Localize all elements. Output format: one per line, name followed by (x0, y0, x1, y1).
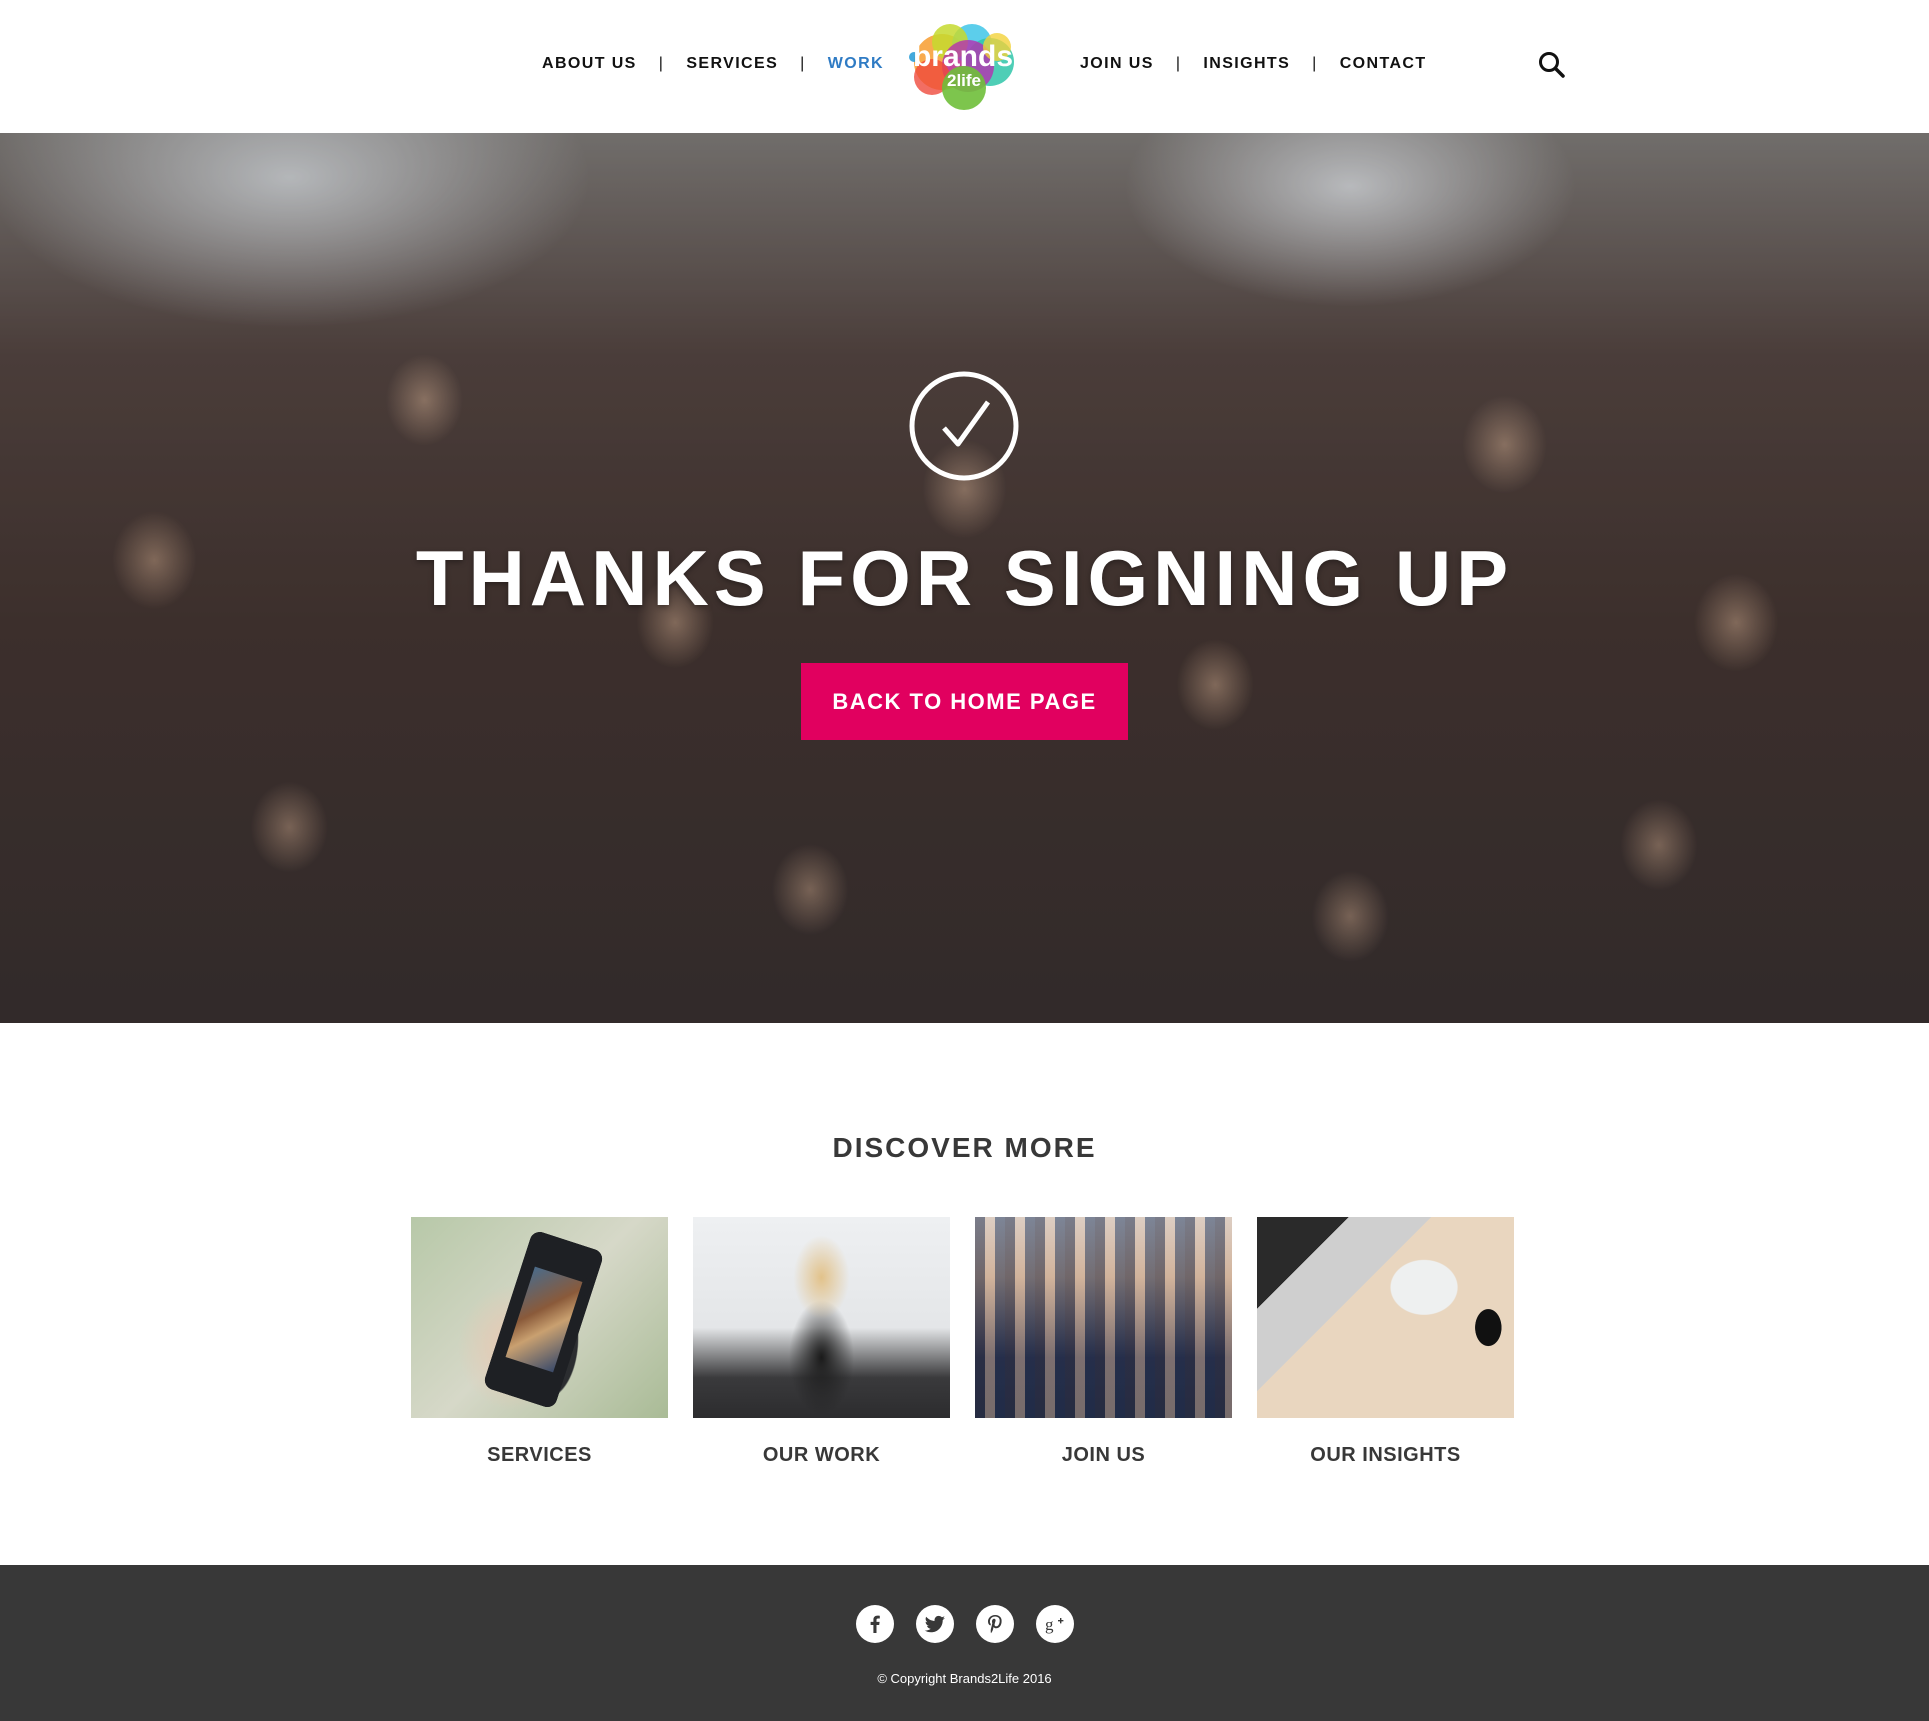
pinterest-link[interactable] (976, 1605, 1014, 1643)
brands2life-logo[interactable]: brands 2life (902, 22, 1024, 112)
google-plus-link[interactable]: g (1036, 1605, 1074, 1643)
nav-separator: | (800, 55, 806, 72)
nav-right: JOIN US | INSIGHTS | CONTACT (1080, 55, 1427, 73)
nav-item-contact[interactable]: CONTACT (1340, 55, 1427, 73)
discover-title: DISCOVER MORE (832, 1132, 1097, 1163)
nav-left: ABOUT US | SERVICES | WORK (542, 55, 884, 73)
logo-text: brands (913, 40, 1013, 73)
social-links: g (856, 1605, 1074, 1643)
twitter-link[interactable] (916, 1605, 954, 1643)
site-footer: g © Copyright Brands2Life 2016 (0, 1565, 1929, 1721)
page: ABOUT US | SERVICES | WORK brands 2life (0, 0, 1929, 1721)
twitter-icon (924, 1615, 945, 1633)
google-plus-icon: g (1045, 1615, 1064, 1634)
card-label: OUR WORK (762, 1444, 881, 1466)
our-insights-image (1257, 1217, 1514, 1418)
card-label: JOIN US (1061, 1444, 1146, 1466)
card-label: OUR INSIGHTS (1310, 1444, 1461, 1466)
nav-separator: | (1312, 55, 1318, 72)
card-our-work[interactable]: OUR WORK (693, 1217, 950, 1467)
our-work-image (693, 1217, 950, 1418)
back-to-home-button[interactable]: BACK TO HOME PAGE (801, 663, 1128, 740)
check-circle-icon (909, 371, 1019, 481)
join-us-image (975, 1217, 1232, 1418)
discover-more-section: DISCOVER MORE SERVICES OUR WORK JOIN US … (0, 1023, 1929, 1565)
site-header: ABOUT US | SERVICES | WORK brands 2life (0, 0, 1929, 133)
logo-subtext: 2life (947, 71, 981, 90)
nav-item-insights[interactable]: INSIGHTS (1203, 55, 1290, 73)
nav-item-work[interactable]: WORK (828, 55, 884, 73)
svg-text:g: g (1045, 1615, 1054, 1634)
pinterest-icon (988, 1615, 1002, 1634)
nav-separator: | (1175, 55, 1182, 72)
nav-separator: | (658, 55, 665, 72)
search-icon (1539, 52, 1565, 78)
nav-item-services[interactable]: SERVICES (686, 55, 778, 73)
card-label: SERVICES (487, 1444, 592, 1466)
discover-cards: SERVICES OUR WORK JOIN US OUR INSIGHTS (411, 1217, 1514, 1467)
nav-item-join-us[interactable]: JOIN US (1080, 55, 1154, 73)
nav-item-about-us[interactable]: ABOUT US (542, 55, 637, 73)
facebook-link[interactable] (856, 1605, 894, 1643)
services-image (411, 1217, 668, 1418)
copyright-text: © Copyright Brands2Life 2016 (877, 1671, 1052, 1686)
card-services[interactable]: SERVICES (411, 1217, 668, 1467)
hero-title: THANKS FOR SIGNING UP (415, 534, 1514, 622)
facebook-icon (870, 1615, 880, 1633)
search-button[interactable] (1537, 50, 1567, 80)
card-join-us[interactable]: JOIN US (975, 1217, 1232, 1467)
hero-banner: THANKS FOR SIGNING UP BACK TO HOME PAGE (0, 133, 1929, 1023)
card-our-insights[interactable]: OUR INSIGHTS (1257, 1217, 1514, 1467)
logo-bubbles-icon: brands 2life (909, 24, 1014, 110)
